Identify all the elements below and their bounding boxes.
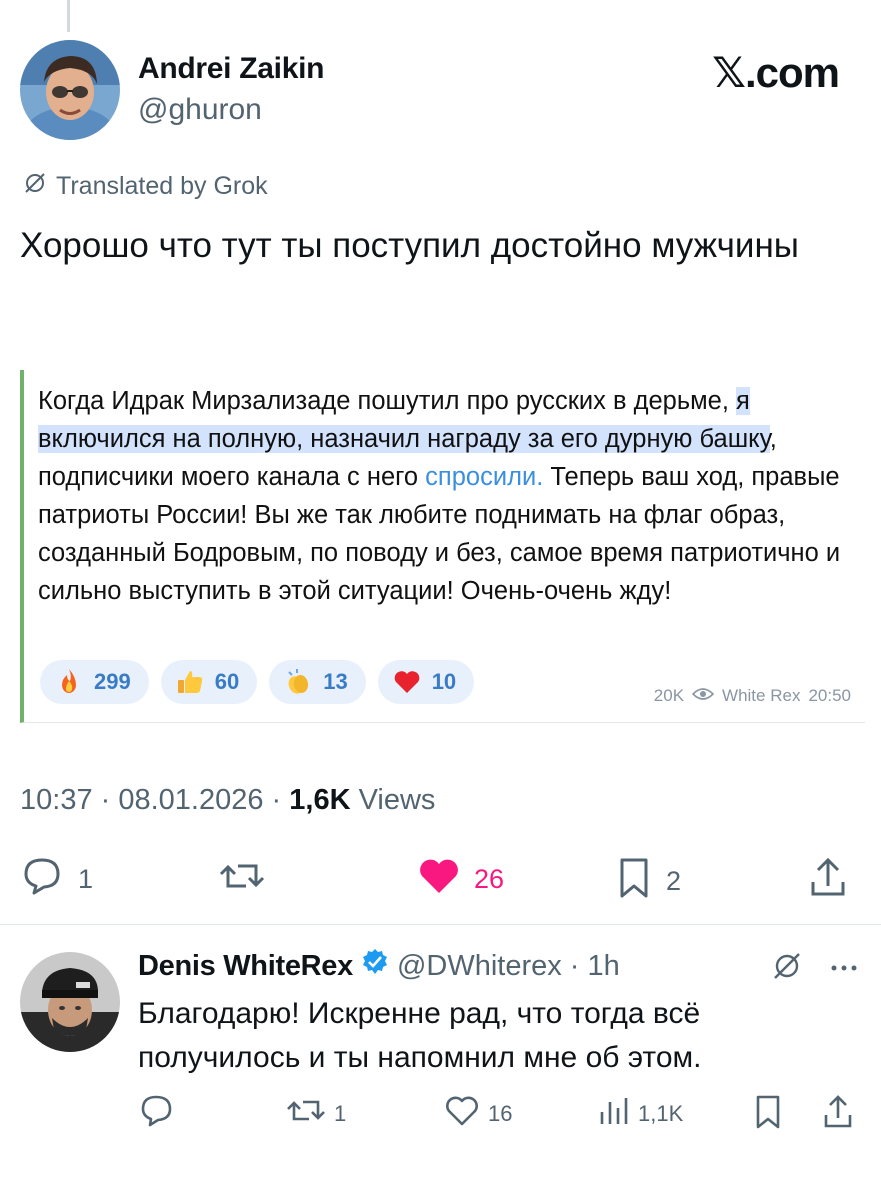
reply-button[interactable]: 1	[22, 856, 93, 903]
post-channel: White Rex	[722, 686, 801, 705]
retweet-icon	[286, 1094, 326, 1134]
bookmark-button[interactable]: 2	[614, 856, 681, 907]
reaction-thumbs-up: 60	[160, 660, 258, 704]
clapping-hands-emoji-icon	[283, 667, 313, 697]
reply-time[interactable]: · 1h	[570, 950, 620, 983]
fire-emoji-icon	[54, 667, 84, 697]
reply-count: 1	[78, 864, 94, 894]
reply-share-button[interactable]	[822, 1094, 854, 1136]
retweet-button[interactable]	[218, 856, 266, 903]
share-icon	[808, 856, 848, 907]
reply-retweet-button[interactable]: 1	[286, 1094, 346, 1134]
reaction-count: 60	[214, 669, 240, 694]
bookmark-icon	[752, 1094, 784, 1136]
reply-bookmark-button[interactable]	[752, 1094, 784, 1136]
analytics-icon	[598, 1094, 630, 1134]
reaction-fire: 299	[40, 660, 149, 704]
like-button[interactable]: 26	[416, 856, 504, 903]
eye-icon	[691, 686, 715, 706]
heart-filled-icon	[416, 856, 462, 903]
reaction-heart: 10	[377, 660, 475, 704]
more-options-icon[interactable]	[829, 960, 859, 978]
post-meta: 20K White Rex 20:50	[654, 686, 851, 706]
views-count: 1,6K	[289, 784, 351, 816]
reply-views-button[interactable]: 1,1K	[598, 1094, 683, 1134]
reply-like-count: 16	[488, 1101, 513, 1126]
thread-connector-line	[67, 0, 70, 32]
verified-badge-icon	[361, 948, 389, 984]
reply-text: Благодарю! Искренне рад, что тогда всё п…	[138, 997, 702, 1074]
post-link: спросили.	[425, 463, 544, 491]
share-icon	[822, 1094, 854, 1136]
author-avatar[interactable]	[20, 40, 120, 140]
bookmark-icon	[614, 856, 654, 907]
grok-icon	[22, 170, 48, 203]
reply-reply-button[interactable]	[140, 1094, 176, 1134]
red-heart-emoji-icon	[392, 667, 422, 697]
reply-icon	[140, 1094, 176, 1134]
reaction-count: 10	[431, 669, 457, 694]
translation-notice[interactable]: Translated by Grok	[22, 170, 268, 203]
reaction-count: 13	[323, 669, 348, 694]
reply-icon	[22, 856, 66, 903]
divider	[0, 924, 881, 925]
tweet-action-bar: 1 26 2	[0, 856, 881, 900]
x-logo: 𝕏.com	[712, 49, 840, 96]
reply-header: Denis WhiteRex @DWhiterex · 1h	[138, 948, 620, 984]
post-time: 20:50	[808, 686, 851, 705]
reactions-row: 299 60 13 10	[40, 660, 475, 704]
reaction-count: 299	[94, 669, 131, 694]
reply-author-name[interactable]: Denis WhiteRex	[138, 950, 353, 983]
reply-author-handle[interactable]: @DWhiterex	[397, 950, 562, 983]
reply-action-bar: 1 16 1,1K	[0, 1094, 881, 1134]
tweet-timestamp: 10:37 · 08.01.2026 · 1,6K Views	[20, 784, 435, 817]
bookmark-count: 2	[666, 866, 682, 896]
reply-like-button[interactable]: 16	[444, 1094, 512, 1134]
author-handle[interactable]: @ghuron	[138, 93, 262, 127]
retweet-icon	[218, 856, 266, 903]
timestamp-text[interactable]: 10:37 · 08.01.2026 ·	[20, 784, 289, 816]
share-button[interactable]	[808, 856, 848, 907]
author-name[interactable]: Andrei Zaikin	[138, 52, 324, 86]
reaction-clap: 13	[269, 660, 366, 704]
like-count: 26	[474, 864, 505, 894]
reply-views-count: 1,1K	[638, 1101, 684, 1126]
thumbs-up-emoji-icon	[175, 667, 205, 697]
grok-translate-icon[interactable]	[771, 950, 803, 987]
reply-author-avatar[interactable]	[20, 952, 120, 1052]
heart-outline-icon	[444, 1094, 480, 1134]
views-label: Views	[350, 784, 436, 816]
translation-label: Translated by Grok	[56, 172, 268, 200]
telegram-post-text: Когда Идрак Мирзализаде пошутил про русс…	[38, 382, 858, 610]
post-text-start: Когда Идрак Мирзализаде пошутил про русс…	[38, 387, 737, 415]
embedded-image[interactable]: Когда Идрак Мирзализаде пошутил про русс…	[20, 370, 865, 723]
post-views: 20K	[653, 686, 685, 705]
tweet-text: Хорошо что тут ты поступил достойно мужч…	[20, 226, 799, 265]
reply-retweet-count: 1	[334, 1101, 347, 1126]
reply-header-icons	[771, 950, 859, 987]
